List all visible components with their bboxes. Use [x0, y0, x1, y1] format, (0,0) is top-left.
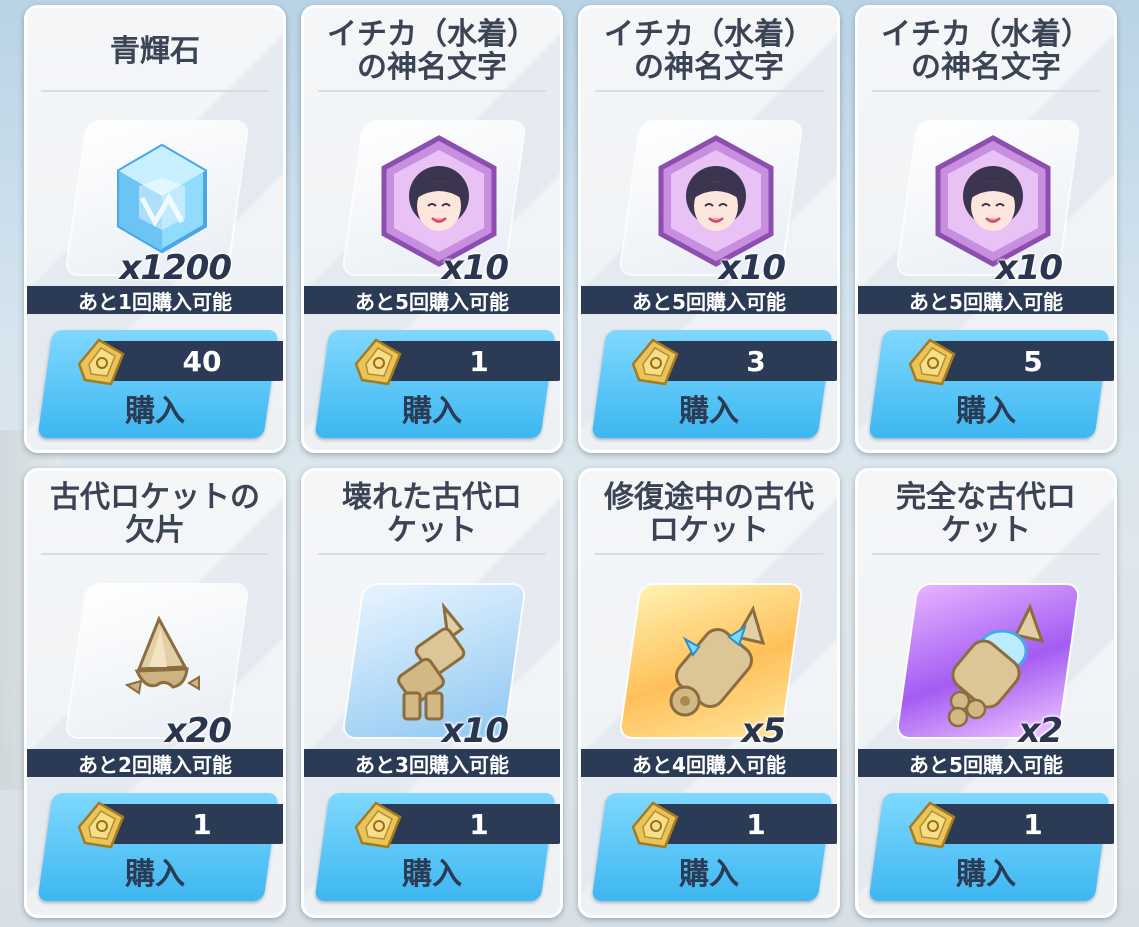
item-name: 古代ロケットの 欠片	[50, 480, 260, 548]
divider	[872, 553, 1100, 555]
item-quantity: x1200	[119, 248, 232, 288]
buy-label: 購入	[125, 394, 185, 429]
price-value: 1	[746, 807, 766, 841]
shop-item-card[interactable]: 完全な古代ロ ケット x2 あと5回購入可能 1 購入	[855, 468, 1117, 918]
item-name: イチカ（水着） の神名文字	[327, 17, 537, 85]
purchase-limit: あと3回購入可能	[304, 749, 560, 777]
buy-label: 購入	[402, 857, 462, 892]
item-name: イチカ（水着） の神名文字	[881, 17, 1091, 85]
purchase-limit: あと5回購入可能	[304, 286, 560, 314]
buy-label: 購入	[125, 857, 185, 892]
price-value: 1	[469, 344, 489, 378]
item-name: 修復途中の古代 ロケット	[604, 480, 814, 548]
purchase-limit: あと5回購入可能	[858, 749, 1114, 777]
shop-item-card[interactable]: 修復途中の古代 ロケット x5 あと4回購入可能 1 購入	[578, 468, 840, 918]
shop-item-card[interactable]: 壊れた古代ロ ケット x10 あと3回購入可能 1 購入	[301, 468, 563, 918]
buy-label: 購入	[956, 857, 1016, 892]
divider	[595, 553, 823, 555]
buy-label: 購入	[956, 394, 1016, 429]
item-name: 壊れた古代ロ ケット	[342, 480, 522, 548]
price-value: 1	[469, 807, 489, 841]
shop-item-card[interactable]: 古代ロケットの 欠片 x20 あと2回購入可能 1 購入	[24, 468, 286, 918]
price-value: 40	[182, 344, 222, 378]
item-quantity: x20	[164, 711, 232, 751]
buy-label: 購入	[402, 394, 462, 429]
item-quantity: x10	[441, 248, 509, 288]
item-quantity: x10	[995, 248, 1063, 288]
item-quantity: x10	[718, 248, 786, 288]
shop-item-grid: 青輝石 x1200 あと1回購入可能 40 購入 イチカ（水着） の神名文字 x…	[0, 0, 1139, 927]
item-name: 青輝石	[110, 33, 200, 69]
item-name: 完全な古代ロ ケット	[896, 480, 1076, 548]
shop-item-card[interactable]: イチカ（水着） の神名文字 x10 あと5回購入可能 1 購入	[301, 5, 563, 453]
price-value: 3	[746, 344, 766, 378]
shop-item-card[interactable]: 青輝石 x1200 あと1回購入可能 40 購入	[24, 5, 286, 453]
divider	[595, 90, 823, 92]
item-quantity: x10	[441, 711, 509, 751]
item-quantity: x2	[1018, 711, 1063, 751]
price-value: 1	[192, 807, 212, 841]
price-value: 1	[1023, 807, 1043, 841]
price-value: 5	[1023, 344, 1043, 378]
buy-label: 購入	[679, 394, 739, 429]
divider	[41, 90, 269, 92]
shop-item-card[interactable]: イチカ（水着） の神名文字 x10 あと5回購入可能 3 購入	[578, 5, 840, 453]
purchase-limit: あと5回購入可能	[858, 286, 1114, 314]
item-name: イチカ（水着） の神名文字	[604, 17, 814, 85]
divider	[318, 90, 546, 92]
buy-label: 購入	[679, 857, 739, 892]
purchase-limit: あと5回購入可能	[581, 286, 837, 314]
divider	[41, 553, 269, 555]
shop-item-card[interactable]: イチカ（水着） の神名文字 x10 あと5回購入可能 5 購入	[855, 5, 1117, 453]
purchase-limit: あと2回購入可能	[27, 749, 283, 777]
purchase-limit: あと1回購入可能	[27, 286, 283, 314]
divider	[318, 553, 546, 555]
purchase-limit: あと4回購入可能	[581, 749, 837, 777]
item-quantity: x5	[741, 711, 786, 751]
divider	[872, 90, 1100, 92]
